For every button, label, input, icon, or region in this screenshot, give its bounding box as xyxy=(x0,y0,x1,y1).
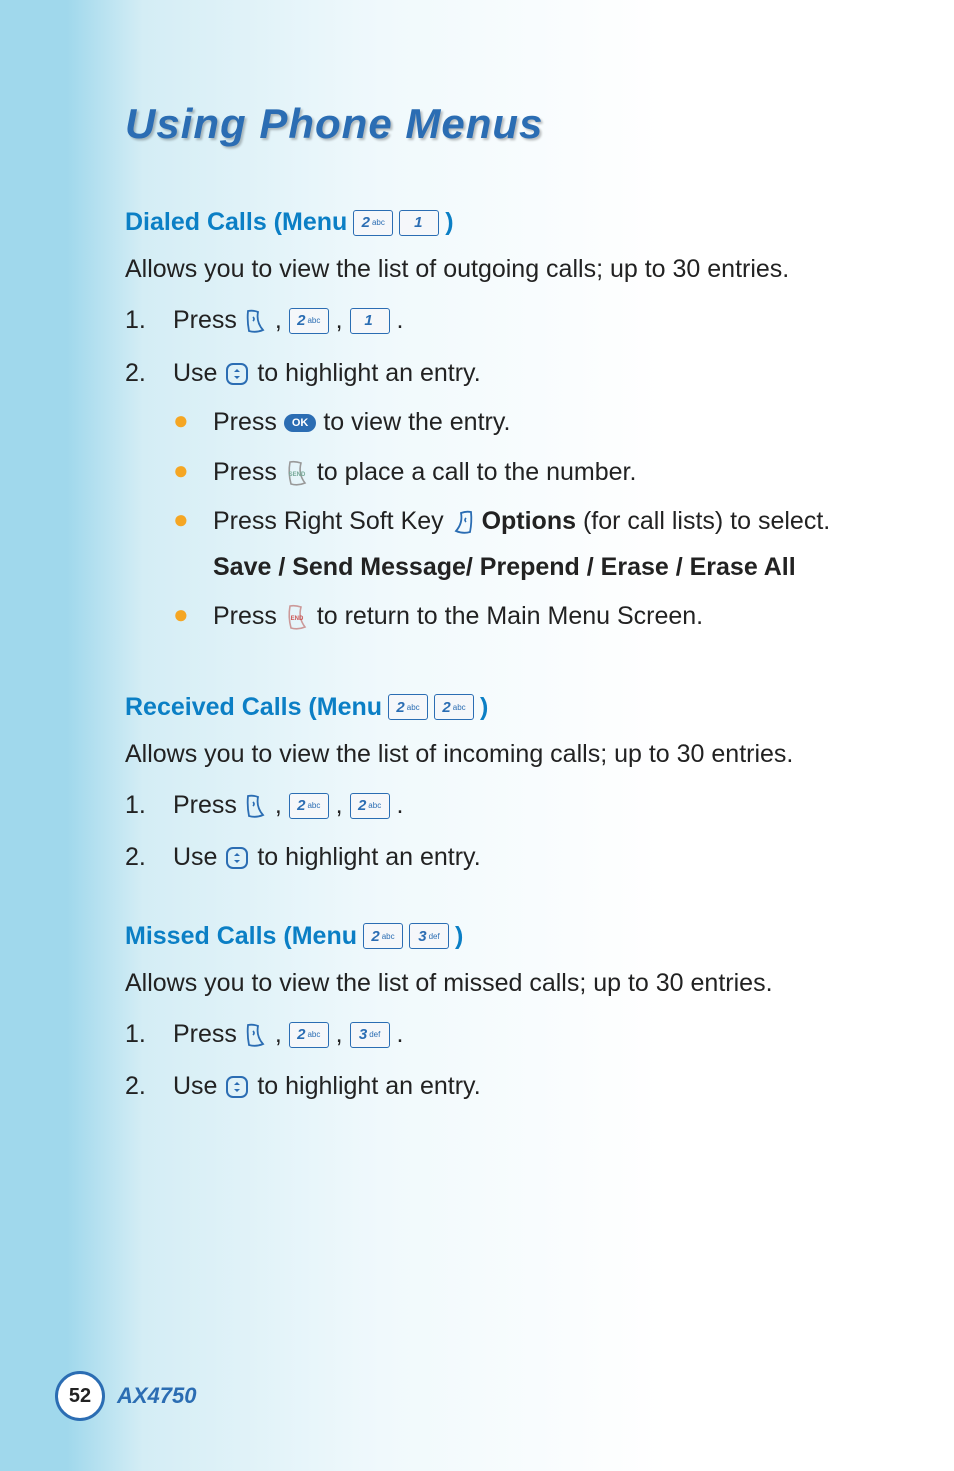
title-text: Dialed Calls (Menu xyxy=(125,208,347,237)
section-desc: Allows you to view the list of incoming … xyxy=(125,737,874,772)
step-text: Use xyxy=(173,843,224,871)
step-text: . xyxy=(397,306,404,334)
step-row: 2. Use to highlight an entry. xyxy=(125,839,874,877)
bullet-text: Press xyxy=(213,408,284,436)
ok-key-icon: OK xyxy=(284,414,317,432)
step-row: 2. Use to highlight an entry. xyxy=(125,1068,874,1106)
bullet-text: Press xyxy=(213,458,284,486)
section-missed: Missed Calls (Menu 2abc 3def ) Allows yo… xyxy=(125,922,874,1106)
step-number: 1. xyxy=(125,1016,173,1054)
step-text: . xyxy=(397,791,404,819)
key-2-icon: 2abc xyxy=(388,694,428,720)
section-title-dialed: Dialed Calls (Menu 2abc 1 ) xyxy=(125,208,874,237)
bullet-icon: ● xyxy=(173,503,213,537)
bullet-text: (for call lists) to select. xyxy=(576,507,830,535)
title-text: Missed Calls (Menu xyxy=(125,922,357,951)
step-text: , xyxy=(336,1020,350,1048)
title-suffix: ) xyxy=(480,693,488,722)
nav-updown-icon xyxy=(224,1074,250,1100)
step-row: 1. Press , 2abc , 2abc . xyxy=(125,787,874,825)
section-title-missed: Missed Calls (Menu 2abc 3def ) xyxy=(125,922,874,951)
bullet-icon: ● xyxy=(173,454,213,488)
end-key-icon: END xyxy=(284,603,310,631)
left-softkey-icon xyxy=(244,308,268,334)
step-text: Use xyxy=(173,1072,224,1100)
key-2-icon: 2abc xyxy=(289,308,329,334)
step-row: 1. Press , 2abc , 1 . xyxy=(125,302,874,340)
step-text: , xyxy=(336,306,350,334)
step-text: . xyxy=(397,1020,404,1048)
step-row: 2. Use to highlight an entry. ● Press OK xyxy=(125,355,874,648)
key-3-icon: 3def xyxy=(350,1022,390,1048)
step-text: Press xyxy=(173,306,244,334)
bullet-row: ● Press Right Soft Key Options (for call… xyxy=(173,503,874,586)
bullet-text: to place a call to the number. xyxy=(317,458,637,486)
svg-text:END: END xyxy=(291,616,304,622)
model-label: AX4750 xyxy=(117,1383,197,1409)
section-desc: Allows you to view the list of missed ca… xyxy=(125,966,874,1001)
step-text: to highlight an entry. xyxy=(257,1072,480,1100)
bullet-row: ● Press END to return to the Main Menu S… xyxy=(173,598,874,636)
section-desc: Allows you to view the list of outgoing … xyxy=(125,252,874,287)
bullet-icon: ● xyxy=(173,404,213,438)
page-footer: 52 AX4750 xyxy=(55,1371,197,1421)
options-list: Save / Send Message/ Prepend / Erase / E… xyxy=(213,553,796,581)
left-softkey-icon xyxy=(244,793,268,819)
send-key-icon: SEND xyxy=(284,459,310,487)
page-number: 52 xyxy=(55,1371,105,1421)
step-text: , xyxy=(275,1020,289,1048)
step-text: , xyxy=(275,306,289,334)
section-dialed: Dialed Calls (Menu 2abc 1 ) Allows you t… xyxy=(125,208,874,648)
svg-text:SEND: SEND xyxy=(289,472,306,478)
bullet-text: to return to the Main Menu Screen. xyxy=(317,602,703,630)
page-title: Using Phone Menus xyxy=(125,100,874,148)
key-3-icon: 3def xyxy=(409,923,449,949)
step-row: 1. Press , 2abc , 3def . xyxy=(125,1016,874,1054)
bullet-text: to view the entry. xyxy=(323,408,510,436)
bullet-row: ● Press OK to view the entry. xyxy=(173,404,874,442)
key-2-icon: 2abc xyxy=(350,793,390,819)
step-number: 1. xyxy=(125,787,173,825)
key-2-icon: 2abc xyxy=(363,923,403,949)
step-text: to highlight an entry. xyxy=(257,359,480,387)
step-text: , xyxy=(336,791,350,819)
step-number: 1. xyxy=(125,302,173,340)
step-number: 2. xyxy=(125,355,173,393)
step-number: 2. xyxy=(125,1068,173,1106)
section-title-received: Received Calls (Menu 2abc 2abc ) xyxy=(125,693,874,722)
title-suffix: ) xyxy=(445,208,453,237)
step-number: 2. xyxy=(125,839,173,877)
step-text: Press xyxy=(173,1020,244,1048)
options-label: Options xyxy=(482,507,576,535)
bullet-text: Press Right Soft Key xyxy=(213,507,451,535)
nav-updown-icon xyxy=(224,845,250,871)
title-suffix: ) xyxy=(455,922,463,951)
key-1-icon: 1 xyxy=(350,308,390,334)
step-text: , xyxy=(275,791,289,819)
section-received: Received Calls (Menu 2abc 2abc ) Allows … xyxy=(125,693,874,877)
bullet-text: Press xyxy=(213,602,284,630)
nav-updown-icon xyxy=(224,361,250,387)
title-text: Received Calls (Menu xyxy=(125,693,382,722)
right-softkey-icon xyxy=(451,509,475,535)
key-2-icon: 2abc xyxy=(289,793,329,819)
key-2-icon: 2abc xyxy=(353,210,393,236)
step-text: Use xyxy=(173,359,224,387)
bullet-icon: ● xyxy=(173,598,213,632)
step-text: Press xyxy=(173,791,244,819)
key-1-icon: 1 xyxy=(399,210,439,236)
bullet-row: ● Press SEND to place a call to the numb… xyxy=(173,454,874,492)
step-text: to highlight an entry. xyxy=(257,843,480,871)
left-softkey-icon xyxy=(244,1022,268,1048)
key-2-icon: 2abc xyxy=(434,694,474,720)
key-2-icon: 2abc xyxy=(289,1022,329,1048)
